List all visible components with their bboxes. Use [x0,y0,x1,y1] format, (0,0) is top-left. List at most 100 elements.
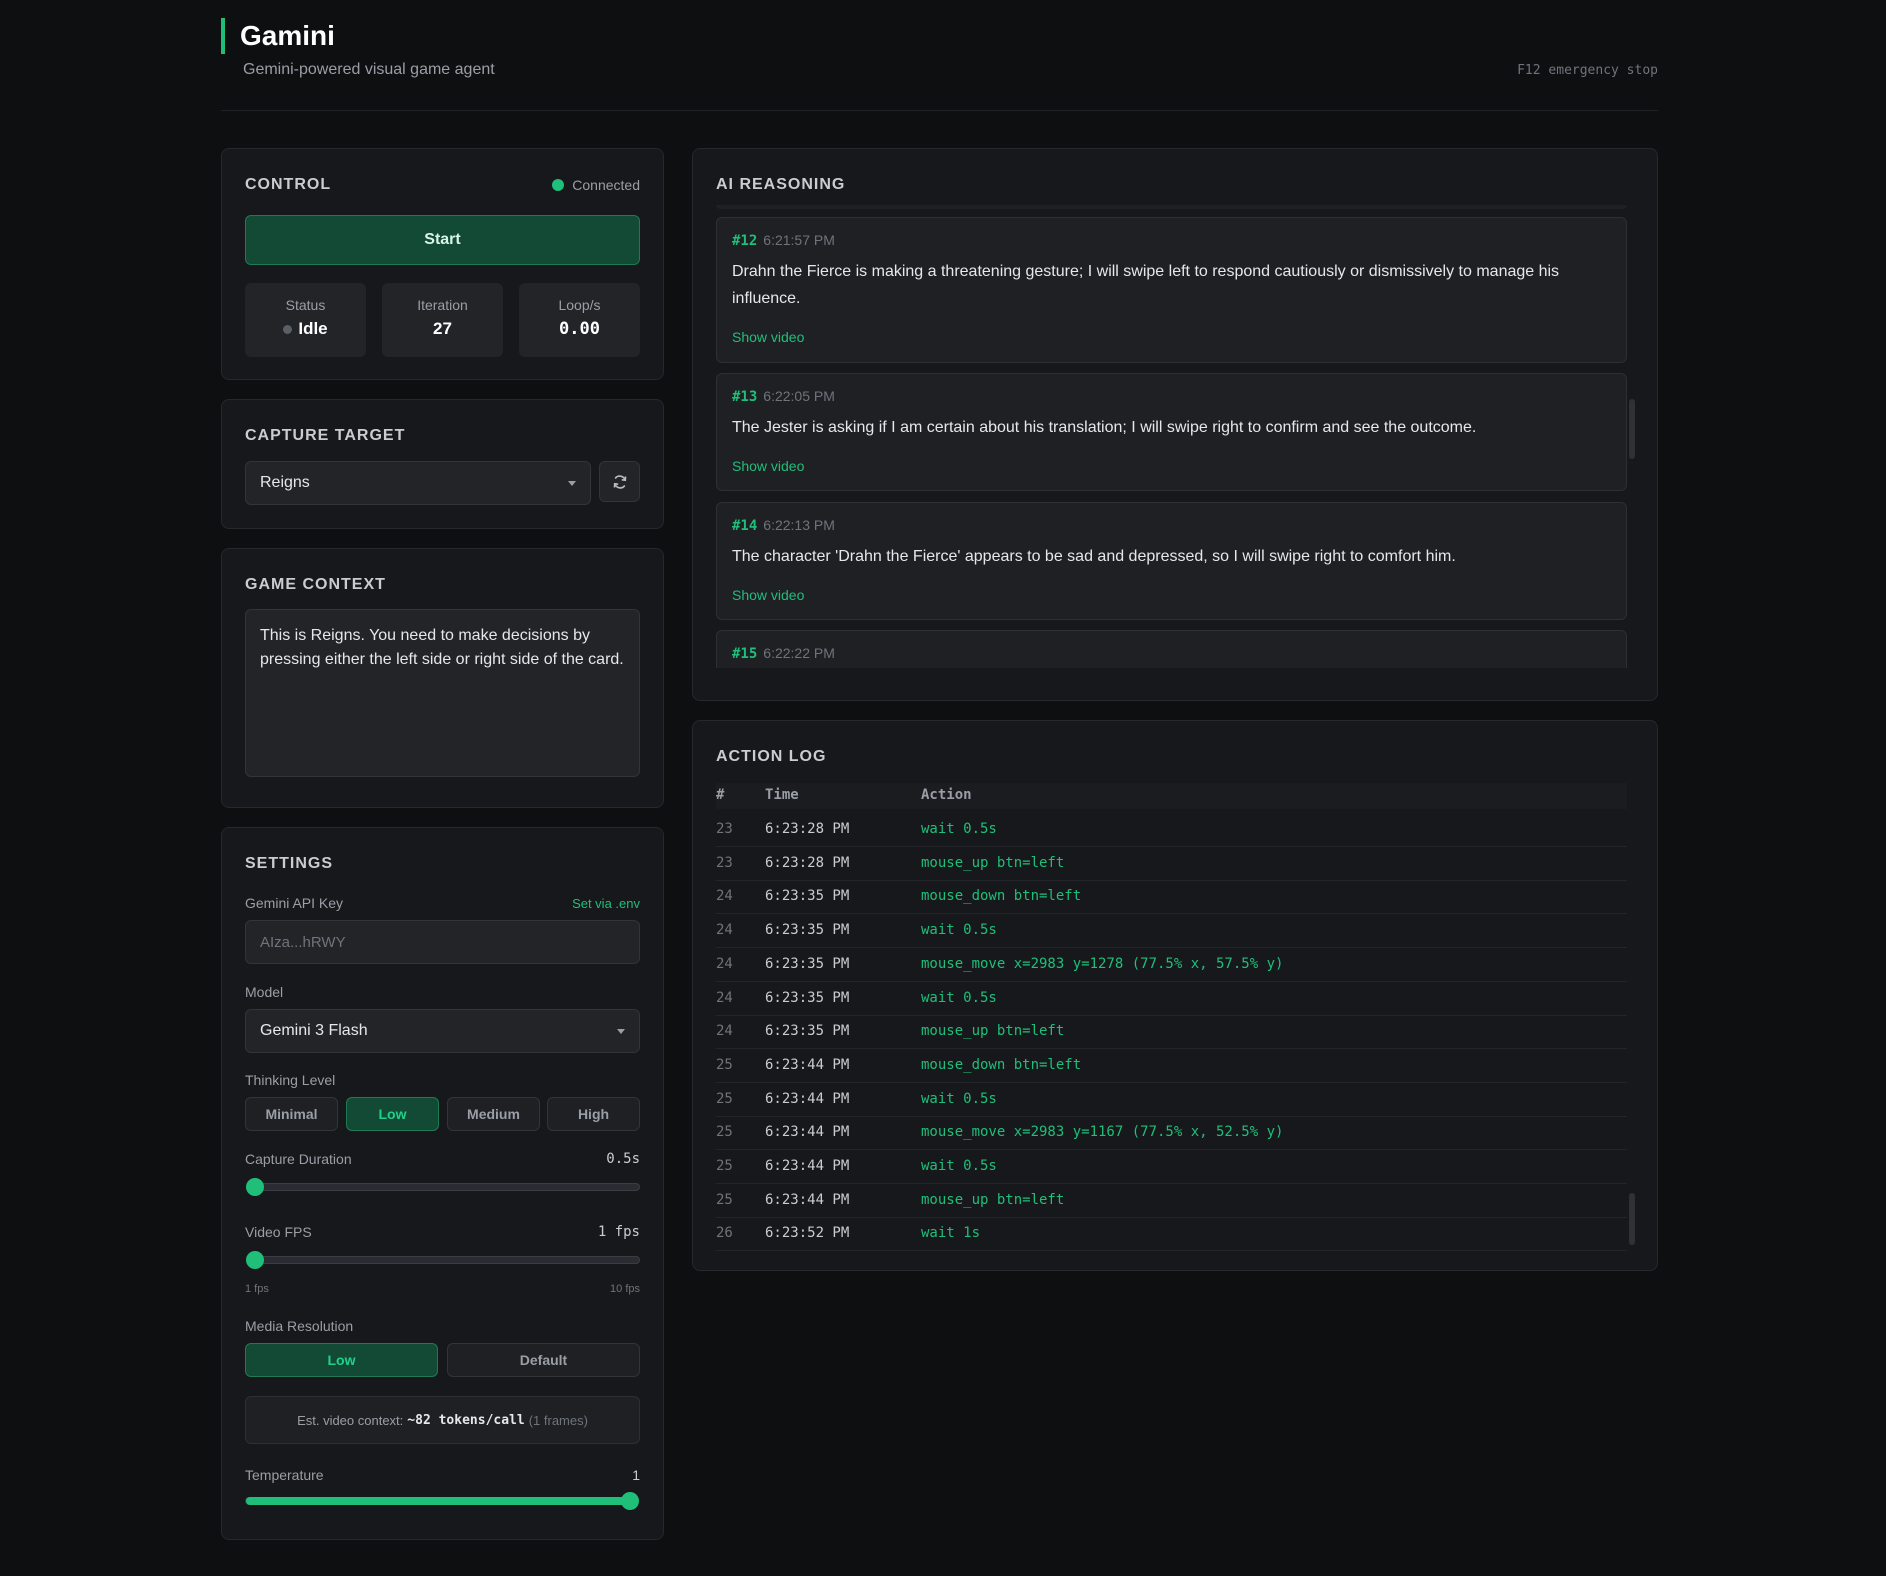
est-prefix: Est. video context: [297,1412,404,1428]
row-time: 6:23:35 PM [765,922,850,939]
temperature-value: 1 [632,1467,640,1483]
connection-dot-icon [552,179,565,191]
show-video-link[interactable]: Show video [732,329,804,345]
table-row: 23 6:23:28 PM wait 0.5s [716,813,1627,847]
control-panel: CONTROL Connected Start Status Idle Iter… [221,148,664,380]
row-number: 24 [716,955,733,972]
actionlog-title: ACTION LOG [716,748,827,765]
estimated-context-box: Est. video context: ~82 tokens/call (1 f… [245,1396,640,1444]
reasoning-list[interactable]: #12 6:21:57 PM Drahn the Fierce is making… [716,205,1627,668]
row-number: 25 [716,1124,733,1141]
iteration-stat-label: Iteration [417,297,468,313]
app-title: Gamini [240,20,335,51]
start-button[interactable]: Start [245,215,640,265]
row-number: 25 [716,1056,733,1073]
reasoning-scrollbar[interactable] [1629,399,1635,459]
loops-stat-value: 0.00 [559,319,600,339]
row-number: 23 [716,821,733,837]
slider-knob[interactable] [621,1492,639,1510]
action-log-panel: ACTION LOG # Time Action 23 6:23:28 PM wai… [692,720,1658,1271]
api-key-label: Gemini API Key [245,895,344,911]
thinking-option-low[interactable]: Low [346,1097,439,1131]
status-stat-label: Status [285,297,326,313]
row-action: wait 0.5s [921,989,997,1006]
app-header: Gamini Gemini-powered visual game agent … [221,18,1658,111]
row-action: mouse_up btn=left [921,854,1065,871]
entry-time: 6:21:57 PM [763,232,835,248]
loops-stat-label: Loop/s [558,297,601,313]
capture-target-select[interactable]: Reigns [245,461,591,505]
settings-title: SETTINGS [245,855,334,872]
thinking-option-high[interactable]: High [547,1097,640,1131]
row-action: wait 0.5s [921,922,997,939]
row-number: 24 [716,888,733,905]
table-row: 24 6:23:35 PM wait 0.5s [716,914,1627,949]
status-stat-value-wrap: Idle [245,319,366,339]
status-stat: Status Idle [245,283,366,357]
entry-time: 6:22:13 PM [763,517,835,533]
capture-duration-slider[interactable] [246,1178,640,1196]
capture-target-panel: CAPTURE TARGET Reigns [221,399,664,529]
capture-target-value: Reigns [260,474,310,491]
entry-head: #14 6:22:13 PM [732,517,835,534]
api-key-input[interactable]: AIza...hRWY [245,920,640,964]
thinking-option-medium[interactable]: Medium [447,1097,540,1131]
temperature-slider[interactable] [245,1492,639,1510]
capture-title: CAPTURE TARGET [245,427,406,444]
entry-number: #15 [732,646,758,662]
capture-duration-value: 0.5s [606,1151,640,1167]
row-time: 6:23:35 PM [765,955,850,972]
log-scrollbar[interactable] [1629,1193,1635,1245]
reasoning-title: AI REASONING [716,176,846,193]
fps-min-label: 1 fps [245,1283,269,1295]
row-time: 6:23:28 PM [765,854,850,871]
slider-knob[interactable] [246,1178,264,1196]
table-row: 25 6:23:44 PM mouse_up btn=left [716,1184,1627,1218]
control-title: CONTROL [245,176,332,193]
row-action: wait 0.5s [921,1158,997,1174]
row-number: 24 [716,1023,733,1040]
row-time: 6:23:35 PM [765,989,850,1006]
row-action: mouse_up btn=left [921,1191,1065,1208]
chevron-down-icon [617,1029,625,1034]
row-time: 6:23:28 PM [765,821,850,837]
show-video-link[interactable]: Show video [732,587,804,603]
reasoning-entry: #13 6:22:05 PM The Jester is asking if I … [716,373,1627,491]
log-header-row: # Time Action [716,783,1627,809]
entry-head: #15 6:22:22 PM [732,645,835,662]
thinking-option-minimal[interactable]: Minimal [245,1097,338,1131]
entry-number: #13 [732,389,758,405]
show-video-link[interactable]: Show video [732,458,804,474]
media-res-low[interactable]: Low [245,1343,438,1377]
model-value: Gemini 3 Flash [260,1022,368,1039]
row-time: 6:23:44 PM [765,1124,850,1141]
table-row: 23 6:23:28 PM mouse_up btn=left [716,847,1627,881]
row-number: 24 [716,922,733,939]
model-select[interactable]: Gemini 3 Flash [245,1009,640,1053]
settings-panel: SETTINGS Gemini API Key Set via .env AIz… [221,827,664,1540]
slider-fill [246,1497,630,1505]
entry-number: #14 [732,518,758,534]
status-stat-value: Idle [298,319,328,338]
row-number: 25 [716,1158,733,1174]
game-context-panel: GAME CONTEXT This is Reigns. You need to… [221,548,664,808]
media-res-default[interactable]: Default [447,1343,640,1377]
game-context-textarea[interactable]: This is Reigns. You need to make decisio… [245,609,640,777]
slider-knob[interactable] [246,1251,264,1269]
entry-text: The Jester is asking if I am certain abo… [732,419,1477,436]
entry-text: The character 'Drahn the Fierce' appears… [732,548,1456,565]
row-action: mouse_move x=2983 y=1167 (77.5% x, 52.5%… [921,1124,1284,1141]
prev-card-edge [716,205,1627,209]
video-fps-slider[interactable] [246,1251,640,1269]
row-number: 25 [716,1090,733,1107]
table-row: 24 6:23:35 PM wait 0.5s [716,982,1627,1016]
row-time: 6:23:35 PM [765,1023,850,1040]
media-resolution-label: Media Resolution [245,1318,354,1334]
entry-time: 6:22:05 PM [763,388,835,404]
connection-label: Connected [572,177,640,193]
table-row: 24 6:23:35 PM mouse_move x=2983 y=1278 (77… [716,948,1627,982]
emergency-stop-hint: F12 emergency stop [1517,63,1658,78]
table-row: 25 6:23:44 PM mouse_move x=2983 y=1167 (77… [716,1116,1627,1151]
row-number: 24 [716,989,733,1006]
refresh-button[interactable] [599,461,640,502]
